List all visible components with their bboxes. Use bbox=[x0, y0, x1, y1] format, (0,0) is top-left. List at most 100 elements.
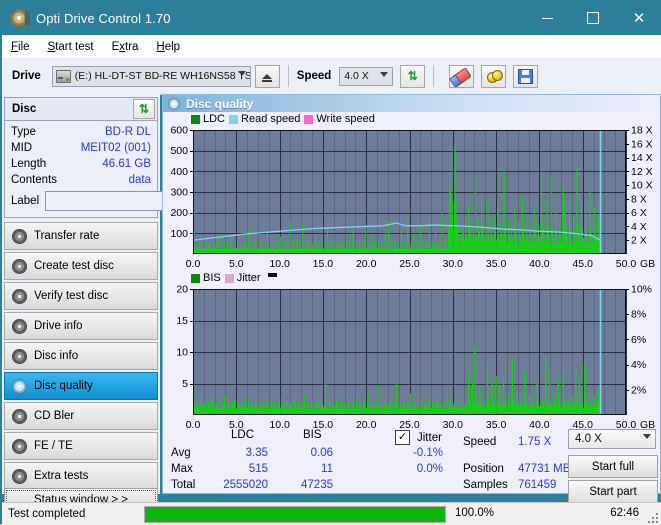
disc-label-row: Label bbox=[5, 188, 247, 212]
menu-item-extra[interactable]: Extra bbox=[103, 38, 148, 56]
svg-text:20: 20 bbox=[176, 285, 188, 296]
disc-refresh-button[interactable]: ⇅ bbox=[133, 99, 155, 119]
legend-entry-read-speed: Read speed bbox=[229, 113, 300, 125]
svg-text:4 X: 4 X bbox=[631, 221, 647, 233]
chevron-down-icon bbox=[380, 71, 389, 77]
disc-icon bbox=[12, 468, 27, 484]
jitter-label: Jitter bbox=[417, 432, 442, 444]
drive-toolbar: Drive (E:) HL-DT-ST BD-RE WH16NS58 TST4 … bbox=[2, 58, 661, 95]
disc-type-value: BD-R DL bbox=[104, 126, 151, 138]
coins-button[interactable] bbox=[481, 64, 507, 88]
svg-text:10: 10 bbox=[176, 347, 188, 359]
erase-button[interactable] bbox=[449, 64, 475, 88]
disc-panel-title: Disc bbox=[12, 103, 37, 115]
eraser-icon bbox=[452, 66, 472, 86]
sidebar-nav: Transfer rate Create test disc Verify te… bbox=[2, 222, 160, 490]
sidebar-item-label: Disc info bbox=[34, 350, 79, 362]
disc-length-label: Length bbox=[11, 158, 47, 170]
stat-row-label-avg: Avg bbox=[171, 447, 191, 459]
legend-swatch-ldc bbox=[191, 114, 200, 124]
title-bar: Opti Drive Control 1.70 ✕ bbox=[1, 1, 661, 35]
svg-text:45.0: 45.0 bbox=[572, 258, 593, 270]
disc-type-label: Type bbox=[11, 126, 36, 138]
drive-select-value: (E:) HL-DT-ST BD-RE WH16NS58 TST4 bbox=[74, 70, 250, 82]
disc-mid-value: MEIT02 (001) bbox=[80, 142, 151, 154]
statistics-panel: LDC BIS Avg Max Total 3.35 515 2555020 0… bbox=[163, 427, 660, 503]
position-stat-value: 47731 MB bbox=[518, 463, 571, 475]
sidebar-item-drive-info[interactable]: Drive info bbox=[4, 312, 158, 340]
svg-text:10.0: 10.0 bbox=[269, 258, 290, 270]
refresh-button[interactable]: ⇅ bbox=[400, 64, 426, 88]
svg-text:10%: 10% bbox=[631, 285, 652, 296]
sidebar-item-create-test-disc[interactable]: Create test disc bbox=[4, 252, 158, 280]
stat-jitter-avg: -0.1% bbox=[412, 447, 443, 459]
legend-swatch-write-speed bbox=[304, 114, 314, 124]
svg-text:2 X: 2 X bbox=[631, 235, 647, 247]
save-button[interactable] bbox=[513, 64, 539, 88]
svg-text:0.0: 0.0 bbox=[186, 258, 201, 270]
bis-chart: 5 10 15 20 2% 4% 6% 8% 10% 0.0 5.0 10.0 15.0 20.0 25.0… bbox=[163, 285, 660, 435]
sidebar-item-label: Transfer rate bbox=[34, 230, 100, 242]
sidebar-item-verify-test-disc[interactable]: Verify test disc bbox=[4, 282, 158, 310]
progress-percent: 100.0% bbox=[455, 507, 495, 519]
sidebar-item-label: Drive info bbox=[34, 320, 83, 332]
disc-info-panel: Type BD-R DL MID MEIT02 (001) Length 46.… bbox=[4, 121, 247, 218]
svg-text:6%: 6% bbox=[631, 334, 646, 346]
svg-text:5: 5 bbox=[182, 378, 188, 390]
sidebar-item-cd-bler[interactable]: CD Bler bbox=[4, 402, 158, 430]
marker-icon bbox=[267, 272, 277, 277]
eject-button[interactable] bbox=[254, 64, 280, 88]
svg-text:8%: 8% bbox=[631, 309, 646, 321]
stat-row-label-max: Max bbox=[171, 463, 193, 475]
test-speed-select[interactable]: 4.0 X bbox=[568, 429, 656, 449]
disc-quality-panel: Disc quality LDC Read speed Write speed … bbox=[162, 94, 661, 503]
start-part-button[interactable]: Start part bbox=[568, 480, 658, 503]
close-button[interactable]: ✕ bbox=[616, 1, 661, 35]
menu-item-start-test[interactable]: Start test bbox=[39, 38, 103, 56]
speed-select[interactable]: 4.0 X bbox=[339, 66, 394, 86]
speed-stat-value: 1.75 X bbox=[518, 436, 552, 448]
sidebar-item-extra-tests[interactable]: Extra tests bbox=[4, 462, 158, 490]
sidebar-item-transfer-rate[interactable]: Transfer rate bbox=[4, 222, 158, 250]
minimize-button[interactable] bbox=[524, 1, 570, 35]
svg-text:12 X: 12 X bbox=[631, 166, 653, 178]
disc-row-mid: MID MEIT02 (001) bbox=[5, 140, 157, 156]
svg-text:20.0: 20.0 bbox=[356, 258, 377, 270]
disc-row-contents: Contents data bbox=[5, 172, 157, 188]
start-full-button[interactable]: Start full bbox=[568, 455, 658, 478]
status-text: Test completed bbox=[8, 508, 86, 520]
jitter-checkbox[interactable]: ✓ bbox=[395, 430, 410, 445]
disc-row-length: Length 46.61 GB bbox=[5, 156, 157, 172]
legend-label-write-speed: Write speed bbox=[316, 113, 375, 125]
maximize-button[interactable] bbox=[570, 1, 616, 35]
floppy-save-icon bbox=[518, 68, 534, 84]
stat-ldc-max: 515 bbox=[248, 463, 268, 475]
sidebar-item-disc-quality[interactable]: Disc quality bbox=[4, 372, 158, 400]
legend-entry-jitter: Jitter bbox=[224, 272, 261, 284]
menu-item-help[interactable]: Help bbox=[147, 38, 189, 56]
legend-entry-ldc: LDC bbox=[191, 113, 225, 125]
resize-grip[interactable] bbox=[647, 512, 658, 523]
svg-text:35.0: 35.0 bbox=[486, 258, 507, 270]
svg-text:GB: GB bbox=[640, 258, 655, 270]
svg-text:500: 500 bbox=[170, 145, 188, 157]
sidebar-item-label: Create test disc bbox=[34, 260, 114, 272]
legend-label-jitter: Jitter bbox=[236, 272, 261, 284]
stat-bis-avg: 0.06 bbox=[310, 447, 333, 459]
menu-item-file[interactable]: FFileile bbox=[2, 38, 39, 56]
disc-panel-header: Disc ⇅ bbox=[4, 97, 158, 121]
svg-text:14 X: 14 X bbox=[631, 152, 653, 164]
drive-select[interactable]: (E:) HL-DT-ST BD-RE WH16NS58 TST4 bbox=[51, 65, 251, 87]
disc-icon bbox=[12, 258, 27, 274]
sidebar-item-disc-info[interactable]: Disc info bbox=[4, 342, 158, 370]
legend-swatch-jitter bbox=[224, 273, 234, 283]
eject-icon bbox=[262, 73, 273, 82]
legend-label-read-speed: Read speed bbox=[241, 113, 301, 125]
svg-text:50.0: 50.0 bbox=[616, 258, 637, 270]
legend-label-bis: BIS bbox=[203, 272, 221, 284]
elapsed-time: 62:46 bbox=[610, 507, 639, 519]
app-window: Opti Drive Control 1.70 ✕ FFileile Start… bbox=[0, 0, 661, 525]
disc-contents-value: data bbox=[128, 174, 151, 186]
sidebar-item-fe-te[interactable]: FE / TE bbox=[4, 432, 158, 460]
sidebar-item-label: Disc quality bbox=[34, 380, 93, 392]
